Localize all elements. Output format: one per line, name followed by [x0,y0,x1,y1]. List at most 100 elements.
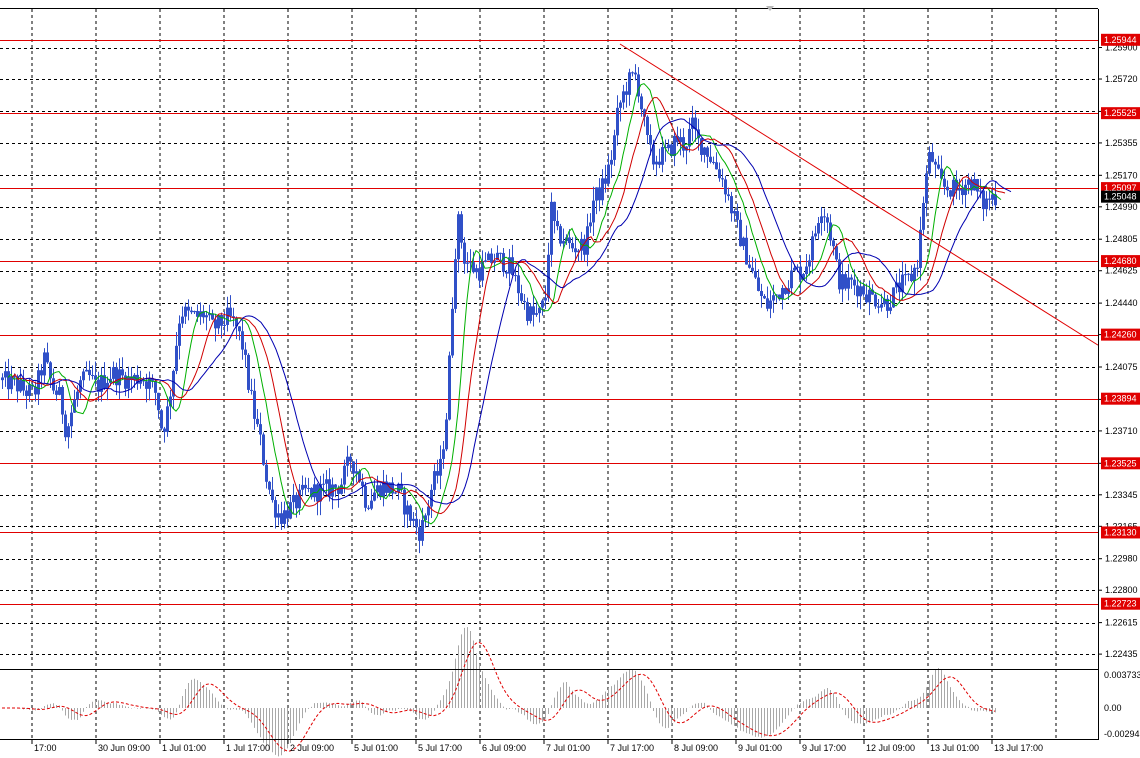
current-price-text: 1.25048 [1104,192,1137,202]
candle-body [4,371,7,378]
candle-body [739,219,742,247]
candle-body [889,307,892,311]
candle-body [205,315,208,318]
candle-body [793,267,796,271]
candle-body [274,500,277,518]
candle-body [556,220,559,227]
candle-body [622,91,625,103]
candle-body [304,484,307,489]
x-tick-label: 1 Jul 01:00 [162,743,206,753]
x-tick-label: 2 Jul 09:00 [290,743,334,753]
candle-body [856,285,859,297]
candle-body [334,484,337,488]
candle-body [442,449,445,459]
candle-body [733,211,736,214]
candle-body [589,222,592,227]
candle-body [790,270,793,289]
candle-body [601,178,604,201]
candle-body [751,267,754,272]
candle-body [406,505,409,515]
candle-body [475,268,478,273]
candle-body [742,237,745,247]
candle-body [127,376,130,389]
candle-body [250,389,253,391]
candle-body [568,237,571,244]
candle-body [214,319,217,329]
candle-body [280,513,283,524]
candle-body [451,308,454,356]
candle-body [412,518,415,521]
candle-body [466,262,469,264]
candle-body [907,273,910,275]
candle-body [460,214,463,243]
current-price-marker: 1.25048 [1101,190,1140,203]
candle-body [616,107,619,136]
candle-body [706,147,709,157]
candle-body [559,226,562,244]
candle-body [673,135,676,157]
candle-body [67,426,70,438]
candle-body [82,371,85,381]
candle-body [181,316,184,324]
candle-body [757,277,760,291]
candle-body [748,264,751,268]
y-tick-label: 1.25720 [1105,74,1138,84]
candle-body [157,392,160,411]
level-label-text: 1.24680 [1104,256,1137,266]
candle-body [859,286,862,297]
candle-body [265,464,268,482]
candle-body [331,484,334,497]
candle-body [919,229,922,268]
candle-body [1,377,4,381]
x-tick-label: 1 Jul 17:00 [226,743,270,753]
candle-body [268,481,271,490]
candle-body [820,216,823,224]
level-label-text: 1.23525 [1104,458,1137,468]
candle-body [769,300,772,309]
osc-tick-label: 0.003733 [1104,670,1140,680]
candle-body [772,295,775,301]
candle-body [325,479,328,484]
candle-body [343,465,346,485]
candle-body [301,484,304,490]
candle-body [370,500,373,509]
candle-body [745,237,748,265]
candle-body [433,471,436,490]
x-tick-label: 30 Jun 09:00 [98,743,150,753]
candle-body [718,169,721,179]
candle-body [811,236,814,261]
candle-body [703,147,706,155]
candle-body [847,277,850,289]
candle-body [709,156,712,162]
candle-body [469,262,472,264]
candle-body [874,294,877,307]
y-tick-label: 1.24805 [1105,234,1138,244]
candle-body [85,369,88,372]
candle-body [88,369,91,376]
candle-body [25,390,28,396]
candle-body [241,331,244,350]
candle-body [958,188,961,191]
candle-body [70,412,73,427]
candle-body [436,471,439,476]
candle-body [574,248,577,253]
y-tick-label: 1.24075 [1105,362,1138,372]
x-tick-label: 5 Jul 01:00 [354,743,398,753]
candle-body [490,253,493,263]
candle-body [259,424,262,435]
candle-body [64,414,67,438]
candle-body [7,371,10,390]
candle-body [112,367,115,379]
y-tick-label: 1.25170 [1105,170,1138,180]
candle-body [175,345,178,371]
candle-body [499,252,502,254]
candle-body [541,300,544,308]
y-tick-label: 1.25355 [1105,138,1138,148]
candle-body [844,274,847,289]
x-tick-label: 8 Jul 09:00 [674,743,718,753]
candle-body [262,434,265,465]
price-chart[interactable]: 1.259001.257201.255351.253551.251701.249… [0,0,1140,758]
candle-body [502,253,505,272]
candle-body [925,173,928,203]
candle-body [145,381,148,389]
